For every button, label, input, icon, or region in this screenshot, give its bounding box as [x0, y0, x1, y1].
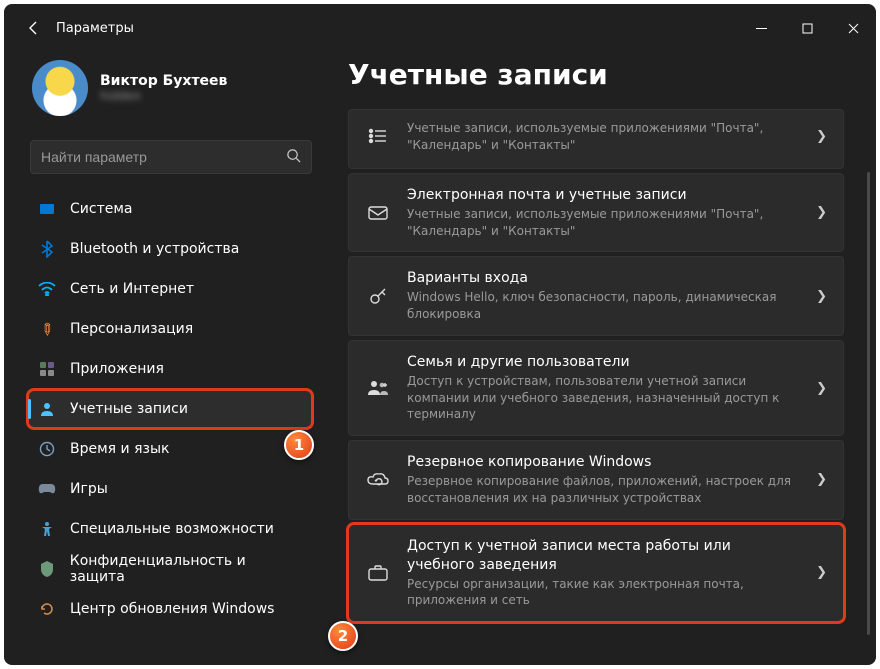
card-family[interactable]: Семья и другие пользователи Доступ к уст… — [348, 340, 844, 436]
shield-icon — [38, 561, 56, 577]
main: Учетные записи Учетные записи, используе… — [318, 52, 876, 665]
update-icon — [38, 601, 56, 617]
briefcase-icon — [367, 565, 389, 581]
backup-icon — [367, 472, 389, 488]
nav-label: Учетные записи — [70, 401, 188, 417]
profile[interactable]: Виктор Бухтеев hidden — [28, 52, 318, 136]
chevron-right-icon: ❯ — [816, 472, 827, 487]
nav-system[interactable]: Система — [28, 190, 312, 228]
card-title: Резервное копирование Windows — [407, 453, 798, 472]
system-icon — [38, 204, 56, 214]
nav-label: Система — [70, 201, 132, 217]
back-button[interactable] — [16, 20, 52, 36]
maximize-button[interactable] — [784, 12, 830, 44]
nav-label: Время и язык — [70, 441, 169, 457]
gamepad-icon — [38, 483, 56, 495]
card-desc: Ресурсы организации, такие как электронн… — [407, 576, 798, 610]
content: Виктор Бухтеев hidden Система — [4, 52, 876, 665]
nav-label: Игры — [70, 481, 108, 497]
cards-list: Учетные записи, используемые приложениям… — [348, 109, 856, 622]
nav-label: Центр обновления Windows — [70, 601, 274, 617]
apps-icon — [38, 362, 56, 376]
nav-label: Специальные возможности — [70, 521, 274, 537]
chevron-right-icon: ❯ — [816, 129, 827, 144]
card-title: Варианты входа — [407, 269, 798, 288]
mail-icon — [367, 206, 389, 220]
nav-accounts[interactable]: Учетные записи — [28, 390, 312, 428]
people-icon — [367, 380, 389, 396]
card-desc: Учетные записи, используемые приложениям… — [407, 120, 798, 154]
nav-bluetooth[interactable]: Bluetooth и устройства — [28, 230, 312, 268]
nav-label: Bluetooth и устройства — [70, 241, 239, 257]
nav-apps[interactable]: Приложения — [28, 350, 312, 388]
card-title: Доступ к учетной записи места работы или… — [407, 537, 798, 575]
clock-icon — [38, 441, 56, 457]
nav-network[interactable]: Сеть и Интернет — [28, 270, 312, 308]
nav-privacy[interactable]: Конфиденциальность и защита — [28, 550, 312, 588]
chevron-right-icon: ❯ — [816, 289, 827, 304]
nav: Система Bluetooth и устройства Сеть и Ин… — [28, 190, 318, 628]
nav-label: Сеть и Интернет — [70, 281, 194, 297]
nav-update[interactable]: Центр обновления Windows — [28, 590, 312, 628]
accessibility-icon — [38, 521, 56, 537]
card-email[interactable]: Электронная почта и учетные записи Учетн… — [348, 173, 844, 252]
nav-label: Конфиденциальность и защита — [70, 553, 302, 585]
search-box[interactable] — [30, 140, 312, 174]
titlebar: Параметры — [4, 4, 876, 52]
card-desc: Учетные записи, используемые приложениям… — [407, 206, 798, 240]
chevron-right-icon: ❯ — [816, 205, 827, 220]
card-desc: Резервное копирование файлов, приложений… — [407, 473, 798, 507]
settings-window: Параметры Виктор Бухтеев hidden — [4, 4, 876, 665]
wifi-icon — [38, 282, 56, 296]
nav-time[interactable]: Время и язык — [28, 430, 312, 468]
nav-gaming[interactable]: Игры — [28, 470, 312, 508]
bluetooth-icon — [38, 240, 56, 258]
key-icon — [367, 286, 389, 306]
nav-accessibility[interactable]: Специальные возможности — [28, 510, 312, 548]
search-icon — [286, 148, 301, 167]
close-button[interactable] — [830, 12, 876, 44]
minimize-button[interactable] — [738, 12, 784, 44]
page-title: Учетные записи — [348, 58, 856, 91]
card-title: Семья и другие пользователи — [407, 353, 798, 372]
card-desc: Windows Hello, ключ безопасности, пароль… — [407, 289, 798, 323]
card-backup[interactable]: Резервное копирование Windows Резервное … — [348, 440, 844, 519]
chevron-right-icon: ❯ — [816, 381, 827, 396]
avatar — [32, 60, 88, 116]
nav-label: Персонализация — [70, 321, 193, 337]
card-signin[interactable]: Варианты входа Windows Hello, ключ безоп… — [348, 256, 844, 335]
window-title: Параметры — [56, 21, 134, 36]
card-desc: Доступ к устройствам, пользователи учетн… — [407, 373, 798, 423]
chevron-right-icon: ❯ — [816, 565, 827, 580]
sidebar: Виктор Бухтеев hidden Система — [28, 52, 318, 665]
window-controls — [738, 12, 876, 44]
callout-2: 2 — [328, 621, 358, 651]
card-accounts-top[interactable]: Учетные записи, используемые приложениям… — [348, 109, 844, 169]
nav-personalization[interactable]: ✎ Персонализация — [28, 310, 312, 348]
brush-icon: ✎ — [34, 316, 60, 342]
search-input[interactable] — [41, 149, 286, 165]
nav-label: Приложения — [70, 361, 164, 377]
person-icon — [38, 401, 56, 417]
card-title: Электронная почта и учетные записи — [407, 186, 798, 205]
scrollbar[interactable] — [867, 172, 870, 635]
profile-name: Виктор Бухтеев — [100, 73, 227, 89]
card-work-school[interactable]: Доступ к учетной записи места работы или… — [348, 524, 844, 622]
callout-1: 1 — [284, 430, 314, 460]
list-icon — [367, 128, 389, 144]
profile-email: hidden — [100, 89, 227, 103]
